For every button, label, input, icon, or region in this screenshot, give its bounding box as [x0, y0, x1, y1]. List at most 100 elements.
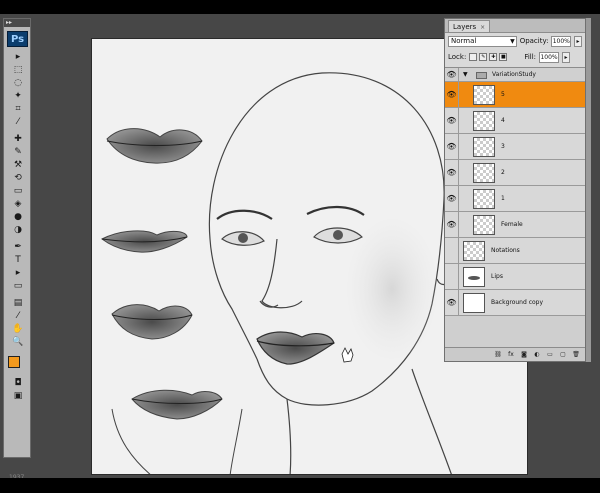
fill-field[interactable]: 100%: [539, 51, 560, 63]
opacity-slider-arrow[interactable]: ▸: [574, 35, 582, 47]
tab-layers-label: Layers: [453, 23, 477, 31]
visibility-eye-icon[interactable]: 👁: [445, 134, 459, 159]
history-brush-icon[interactable]: ⟲: [9, 172, 27, 184]
layer-thumbnail: [473, 189, 495, 209]
layers-panel-footer: ⛓ fx ◙ ◐ ▭ ▢ 🗑: [445, 347, 585, 361]
layer-name: 2: [501, 169, 505, 176]
lock-pixels-icon[interactable]: ✎: [479, 53, 488, 61]
layer-name: VariationStudy: [492, 71, 536, 78]
tab-layers[interactable]: Layers ×: [448, 20, 491, 32]
tool-list: ▸ ⬚ ◌ ✦ ⌗ ⁄ ✚ ✎ ⚒ ⟲ ▭ ◈ ● ◑ ✒ T ▸ ▭ ▤ ⁄ ✋ 🔍: [4, 51, 30, 348]
visibility-eye-icon[interactable]: 👁: [445, 212, 459, 237]
layer-name: Female: [501, 221, 523, 228]
layer-group-row[interactable]: 👁 ▼ VariationStudy: [445, 68, 585, 82]
color-swatches[interactable]: [4, 352, 30, 376]
photoshop-logo: Ps: [7, 31, 28, 47]
marquee-tool-icon[interactable]: ⬚: [9, 64, 27, 76]
hand-tool-icon[interactable]: ✋: [9, 323, 27, 335]
move-tool-icon[interactable]: ▸: [9, 51, 27, 63]
visibility-eye-icon[interactable]: 👁: [445, 238, 459, 263]
folder-icon: [476, 72, 487, 79]
layer-row[interactable]: 👁 4: [445, 108, 585, 134]
path-select-icon[interactable]: ▸: [9, 267, 27, 279]
toolbox: ▸▸ Ps ▸⬚◌✦⌗⁄✚✎⚒⟲▭◈●◑✒T▸▭▤⁄✋🔍 ◘ ▣ 1937: [3, 18, 31, 481]
letterbox-bottom: [0, 478, 600, 493]
layer-thumbnail: [473, 163, 495, 183]
quick-mask-icon[interactable]: ◘: [9, 377, 27, 389]
blend-mode-value: Normal: [451, 36, 477, 45]
lock-transparency-icon[interactable]: [469, 53, 478, 61]
lasso-tool-icon[interactable]: ◌: [9, 77, 27, 89]
close-icon[interactable]: ×: [480, 24, 485, 31]
layer-row[interactable]: 👁 Female: [445, 212, 585, 238]
lock-all-icon[interactable]: ■: [499, 53, 508, 61]
brush-tool-icon[interactable]: ✎: [9, 146, 27, 158]
layer-name: 4: [501, 117, 505, 124]
new-group-icon[interactable]: ▭: [546, 351, 554, 359]
layer-row[interactable]: 👁 5: [445, 82, 585, 108]
layer-name: 1: [501, 195, 505, 202]
lock-fill-row: Lock: ✎ ✚ ■ Fill: 100% ▸: [445, 49, 585, 65]
dodge-tool-icon[interactable]: ◑: [9, 224, 27, 236]
layer-name: Lips: [491, 273, 503, 280]
eyedropper-2-icon[interactable]: ⁄: [9, 310, 27, 322]
blend-mode-select[interactable]: Normal ▼: [448, 35, 517, 47]
layer-thumbnail: [473, 215, 495, 235]
blur-tool-icon[interactable]: ●: [9, 211, 27, 223]
screen-mode-icon[interactable]: ▣: [9, 390, 27, 402]
panel-scrollbar[interactable]: [586, 18, 591, 362]
toolbox-grip[interactable]: ▸▸: [4, 19, 30, 27]
layer-row[interactable]: 👁 2: [445, 160, 585, 186]
layer-row[interactable]: 👁 1: [445, 186, 585, 212]
zoom-tool-icon[interactable]: 🔍: [9, 336, 27, 348]
fill-slider-arrow[interactable]: ▸: [562, 51, 571, 63]
eyedropper-icon[interactable]: ⁄: [9, 116, 27, 128]
visibility-eye-icon[interactable]: 👁: [445, 68, 459, 81]
visibility-eye-icon[interactable]: 👁: [445, 82, 459, 107]
layer-thumbnail: [473, 111, 495, 131]
layer-row[interactable]: 👁 Lips: [445, 264, 585, 290]
layer-thumbnail: [463, 293, 485, 313]
pen-tool-icon[interactable]: ✒: [9, 241, 27, 253]
blend-opacity-row: Normal ▼ Opacity: 100% ▸: [445, 33, 585, 49]
layers-panel: Layers × Normal ▼ Opacity: 100% ▸ Lock: …: [444, 18, 586, 362]
opacity-field[interactable]: 100%: [551, 35, 572, 47]
crop-tool-icon[interactable]: ⌗: [9, 103, 27, 115]
type-tool-icon[interactable]: T: [9, 254, 27, 266]
fx-icon[interactable]: fx: [507, 351, 515, 359]
shape-tool-icon[interactable]: ▭: [9, 280, 27, 292]
visibility-eye-icon[interactable]: 👁: [445, 160, 459, 185]
layer-row[interactable]: 👁 3: [445, 134, 585, 160]
clone-stamp-icon[interactable]: ⚒: [9, 159, 27, 171]
layer-mask-icon[interactable]: ◙: [520, 351, 528, 359]
trash-icon[interactable]: 🗑: [572, 351, 580, 359]
magic-wand-icon[interactable]: ✦: [9, 90, 27, 102]
paint-bucket-icon[interactable]: ◈: [9, 198, 27, 210]
expand-group-icon[interactable]: ▼: [463, 71, 468, 78]
healing-brush-icon[interactable]: ✚: [9, 133, 27, 145]
layer-thumbnail: [463, 241, 485, 261]
layer-name: 5: [501, 91, 505, 98]
visibility-eye-icon[interactable]: 👁: [445, 290, 459, 315]
layer-row[interactable]: 👁 Background copy: [445, 290, 585, 316]
link-layers-icon[interactable]: ⛓: [494, 351, 502, 359]
lock-position-icon[interactable]: ✚: [489, 53, 498, 61]
new-layer-icon[interactable]: ▢: [559, 351, 567, 359]
foreground-color-swatch[interactable]: [8, 356, 20, 368]
layer-thumbnail: [473, 137, 495, 157]
letterbox-top: [0, 0, 600, 14]
layer-list: 👁▼VariationStudy👁5👁4👁3👁2👁1👁Female👁Notati…: [445, 67, 585, 347]
layer-thumbnail: [473, 85, 495, 105]
layer-name: Notations: [491, 247, 520, 254]
layer-row[interactable]: 👁 Notations: [445, 238, 585, 264]
visibility-eye-icon[interactable]: 👁: [445, 186, 459, 211]
layer-thumbnail: [463, 267, 485, 287]
adjustment-layer-icon[interactable]: ◐: [533, 351, 541, 359]
visibility-eye-icon[interactable]: 👁: [445, 264, 459, 289]
eraser-icon[interactable]: ▭: [9, 185, 27, 197]
lip-studies: [101, 128, 243, 474]
face-sketch: [208, 72, 460, 474]
visibility-eye-icon[interactable]: 👁: [445, 108, 459, 133]
chevron-down-icon: ▼: [510, 37, 515, 45]
notes-tool-icon[interactable]: ▤: [9, 297, 27, 309]
